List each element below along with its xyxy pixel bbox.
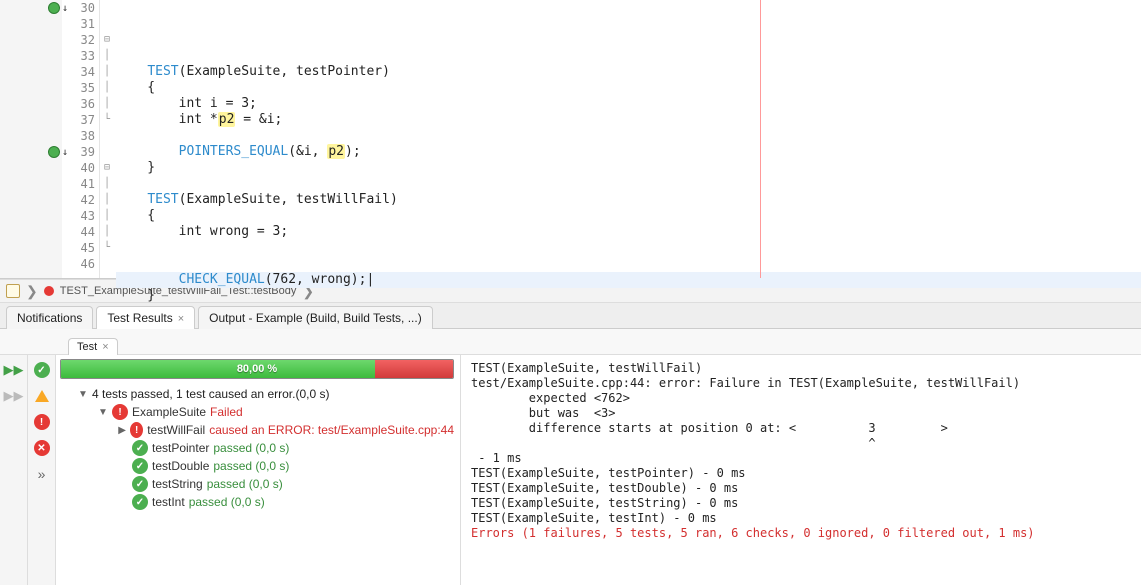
tab-notifications-label: Notifications bbox=[17, 311, 82, 325]
test-toolbar-1: ▶▶ ▶▶ bbox=[0, 355, 28, 585]
test-progress-bar: 80,00 % bbox=[60, 359, 454, 379]
close-icon[interactable]: × bbox=[102, 341, 108, 353]
rerun-button[interactable]: ▶▶ bbox=[3, 359, 25, 381]
right-margin-guide bbox=[760, 0, 761, 278]
tree-test-row[interactable]: ✓ testInt passed (0,0 s) bbox=[64, 493, 454, 511]
test-tree-area: 80,00 % ▼4 tests passed, 1 test caused a… bbox=[56, 355, 461, 585]
error-icon: ! bbox=[130, 422, 143, 438]
editor-left-margin bbox=[0, 0, 62, 278]
breadcrumb-file-icon bbox=[6, 284, 20, 298]
code-editor[interactable]: 30↓313233343536373839↓40414243444546 ⊟││… bbox=[0, 0, 1141, 279]
tab-output-label: Output - Example (Build, Build Tests, ..… bbox=[209, 311, 422, 325]
test-console[interactable]: TEST(ExampleSuite, testWillFail)test/Exa… bbox=[461, 355, 1141, 585]
filter-passed-button[interactable]: ✓ bbox=[31, 359, 53, 381]
test-toolbar-2: ✓ ! ✕ » bbox=[28, 355, 56, 585]
check-icon: ✓ bbox=[132, 494, 148, 510]
tab-test-results[interactable]: Test Results × bbox=[96, 306, 195, 329]
breakpoint-icon bbox=[44, 286, 54, 296]
filter-error-button[interactable]: ! bbox=[31, 411, 53, 433]
check-icon: ✓ bbox=[132, 458, 148, 474]
check-icon: ✓ bbox=[132, 476, 148, 492]
check-icon: ✓ bbox=[34, 362, 50, 378]
tab-output[interactable]: Output - Example (Build, Build Tests, ..… bbox=[198, 306, 433, 329]
tree-test-row[interactable]: ▶! testWillFail caused an ERROR: test/Ex… bbox=[64, 421, 454, 439]
more-options-button[interactable]: » bbox=[31, 463, 53, 485]
tree-test-row[interactable]: ✓ testDouble passed (0,0 s) bbox=[64, 457, 454, 475]
test-results-panel: ▶▶ ▶▶ ✓ ! ✕ » 80,00 % ▼4 tests passed, 1… bbox=[0, 355, 1141, 585]
fold-bar[interactable]: ⊟││││└⊟││││└ bbox=[100, 0, 114, 278]
chevron-right-icon: ❯ bbox=[26, 283, 38, 300]
error-icon: ! bbox=[112, 404, 128, 420]
tree-test-row[interactable]: ✓ testString passed (0,0 s) bbox=[64, 475, 454, 493]
test-tree[interactable]: ▼4 tests passed, 1 test caused an error.… bbox=[60, 383, 454, 513]
check-icon: ✓ bbox=[132, 440, 148, 456]
close-icon[interactable]: × bbox=[178, 313, 184, 325]
tree-summary-row[interactable]: ▼4 tests passed, 1 test caused an error.… bbox=[64, 385, 454, 403]
inner-tabs: Test × bbox=[0, 329, 1141, 355]
rerun-failed-button[interactable]: ▶▶ bbox=[3, 385, 25, 407]
stop-button[interactable]: ✕ bbox=[31, 437, 53, 459]
tab-test-inner-label: Test bbox=[77, 341, 97, 353]
tab-test-inner[interactable]: Test × bbox=[68, 338, 118, 355]
warning-icon bbox=[35, 390, 49, 402]
code-area[interactable]: TEST(ExampleSuite, testPointer) { int i … bbox=[114, 0, 1141, 278]
line-number-gutter[interactable]: 30↓313233343536373839↓40414243444546 bbox=[62, 0, 100, 278]
tab-test-results-label: Test Results bbox=[107, 311, 172, 325]
summary-text: 4 tests passed, 1 test caused an error.(… bbox=[92, 387, 329, 401]
progress-label: 80,00 % bbox=[61, 360, 453, 378]
close-circle-icon: ✕ bbox=[34, 440, 50, 456]
tree-suite-row[interactable]: ▼! ExampleSuite Failed bbox=[64, 403, 454, 421]
tree-test-row[interactable]: ✓ testPointer passed (0,0 s) bbox=[64, 439, 454, 457]
filter-warn-button[interactable] bbox=[31, 385, 53, 407]
tab-notifications[interactable]: Notifications bbox=[6, 306, 93, 329]
error-icon: ! bbox=[34, 414, 50, 430]
